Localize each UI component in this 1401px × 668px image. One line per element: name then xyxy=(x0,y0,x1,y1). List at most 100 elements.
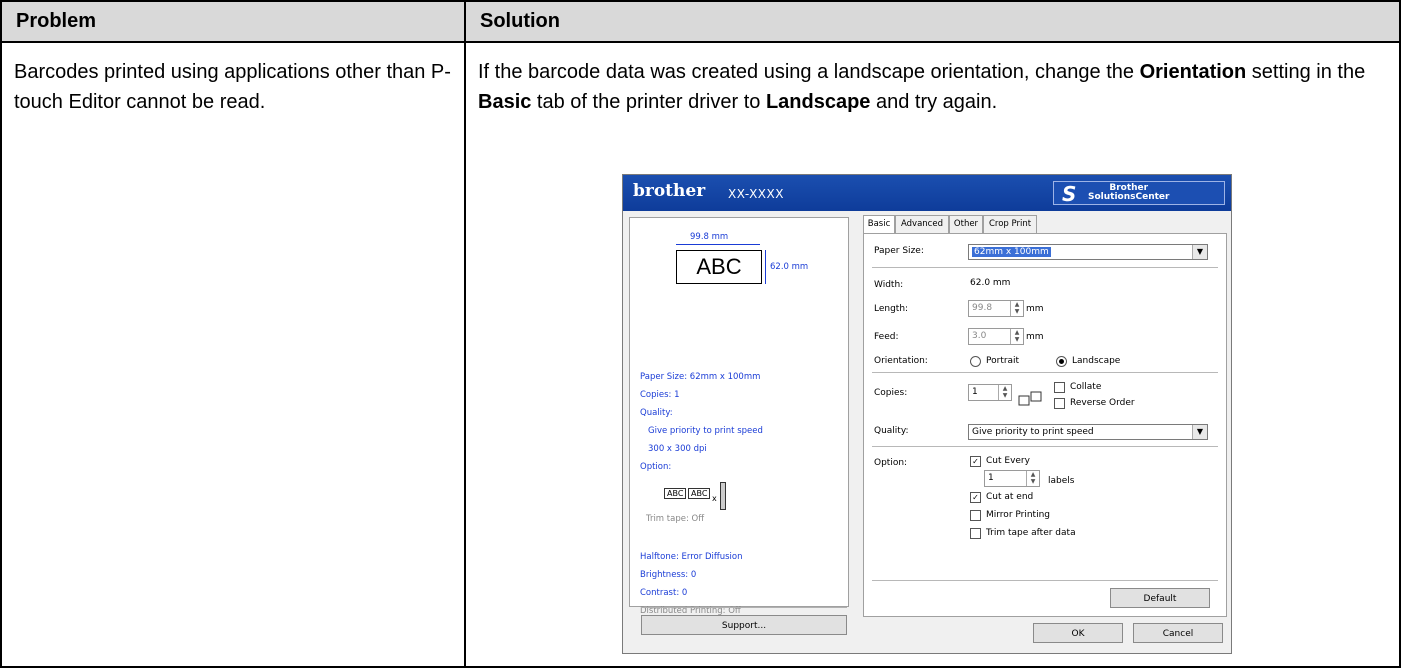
option-icon-label-b: ABC xyxy=(688,488,711,499)
cut-every-stepper[interactable]: 1 ▲ ▼ xyxy=(984,470,1040,487)
solutions-center-button[interactable]: S Brother SolutionsCenter xyxy=(1053,181,1225,206)
chevron-down-icon: ▼ xyxy=(1192,245,1207,259)
solutions-center-label: Brother SolutionsCenter xyxy=(1088,183,1170,202)
quality-value: Give priority to print speed xyxy=(972,427,1094,437)
copies-stepper[interactable]: 1 ▲ ▼ xyxy=(968,384,1012,401)
paper-size-value: 62mm x 100mm xyxy=(972,247,1051,257)
chevron-down-icon: ▼ xyxy=(1192,425,1207,439)
brother-logo: brother xyxy=(633,181,706,201)
label-preview-box: ABC xyxy=(676,250,762,284)
label-height-dimension: 62.0 mm xyxy=(770,262,809,272)
support-button[interactable]: Support... xyxy=(641,615,847,635)
paper-size-label: Paper Size: xyxy=(874,246,924,256)
length-unit: mm xyxy=(1026,304,1044,314)
spin-arrows-icon[interactable]: ▲ ▼ xyxy=(1010,329,1023,344)
feed-stepper[interactable]: 3.0 ▲ ▼ xyxy=(968,328,1024,345)
quality-label: Quality: xyxy=(874,426,909,436)
summary-option: Option: xyxy=(640,462,672,472)
header-problem: Problem xyxy=(2,2,464,41)
copies-value: 1 xyxy=(972,387,978,397)
option-icon-label-a: ABC xyxy=(664,488,687,499)
width-label: Width: xyxy=(874,280,904,290)
ok-button[interactable]: OK xyxy=(1033,623,1123,643)
quality-select[interactable]: Give priority to print speed ▼ xyxy=(968,424,1208,440)
trim-tape-label: Trim tape after data xyxy=(986,528,1076,538)
summary-contrast: Contrast: 0 xyxy=(640,588,688,598)
trim-tape-checkbox[interactable] xyxy=(970,528,981,539)
solution-basic: Basic xyxy=(478,91,532,113)
table-border-left xyxy=(0,0,2,668)
summary-quality: Quality: xyxy=(640,408,673,418)
left-pane-divider xyxy=(641,607,847,608)
portrait-radio[interactable] xyxy=(970,356,981,367)
solution-part-a: If the barcode data was created using a … xyxy=(478,61,1140,83)
labels-unit: labels xyxy=(1048,476,1075,486)
summary-brightness: Brightness: 0 xyxy=(640,570,697,580)
option-label: Option: xyxy=(874,458,908,468)
cut-every-value: 1 xyxy=(988,473,994,483)
width-value: 62.0 mm xyxy=(970,278,1011,288)
option-icon-multiplier: x xyxy=(712,494,717,503)
label-width-dimension: 99.8 mm xyxy=(690,232,729,242)
paper-size-select[interactable]: 62mm x 100mm ▼ xyxy=(968,244,1208,260)
cut-every-checkbox[interactable]: ✓ xyxy=(970,456,981,467)
problem-text: Barcodes printed using applications othe… xyxy=(14,61,451,113)
spin-arrows-icon[interactable]: ▲ ▼ xyxy=(1026,471,1039,486)
portrait-label: Portrait xyxy=(986,356,1020,366)
tab-other[interactable]: Other xyxy=(949,215,983,233)
summary-trim-tape: Trim tape: Off xyxy=(646,514,705,524)
tab-crop-print[interactable]: Crop Print xyxy=(983,215,1037,233)
separator xyxy=(872,372,1218,373)
cancel-button[interactable]: Cancel xyxy=(1133,623,1223,643)
summary-quality-value: Give priority to print speed xyxy=(648,426,763,436)
table-border-top xyxy=(0,0,1401,2)
reverse-order-label: Reverse Order xyxy=(1070,398,1135,408)
tab-basic[interactable]: Basic xyxy=(863,215,895,234)
length-value: 99.8 xyxy=(972,303,993,313)
solution-landscape: Landscape xyxy=(765,91,871,113)
tab-advanced[interactable]: Advanced xyxy=(895,215,949,233)
solution-part-c: setting in the xyxy=(1246,61,1366,83)
collate-label: Collate xyxy=(1070,382,1102,392)
orientation-label: Orientation: xyxy=(874,356,928,366)
height-arrow xyxy=(765,250,766,284)
summary-paper-size: Paper Size: 62mm x 100mm xyxy=(640,372,761,382)
cut-every-label: Cut Every xyxy=(986,456,1030,466)
table-header-divider xyxy=(0,41,1401,43)
solution-text: If the barcode data was created using a … xyxy=(478,57,1393,117)
cut-at-end-label: Cut at end xyxy=(986,492,1034,502)
solution-part-g: and try again. xyxy=(870,91,998,113)
collate-pages-icon xyxy=(1018,391,1042,406)
length-stepper[interactable]: 99.8 ▲ ▼ xyxy=(968,300,1024,317)
basic-settings-panel: Paper Size: 62mm x 100mm ▼ Width: 62.0 m… xyxy=(863,233,1227,617)
table-column-divider xyxy=(464,0,466,668)
feed-label: Feed: xyxy=(874,332,899,342)
default-button[interactable]: Default xyxy=(1110,588,1210,608)
dialog-title-bar: brother XX-XXXX S Brother SolutionsCente… xyxy=(623,175,1231,211)
separator xyxy=(872,580,1218,581)
solution-part-e: tab of the printer driver to xyxy=(531,91,766,113)
mirror-printing-label: Mirror Printing xyxy=(986,510,1050,520)
spin-arrows-icon[interactable]: ▲ ▼ xyxy=(1010,301,1023,316)
header-solution: Solution xyxy=(466,2,1399,41)
spin-arrows-icon[interactable]: ▲ ▼ xyxy=(998,385,1011,400)
feed-value: 3.0 xyxy=(972,331,987,341)
separator xyxy=(872,446,1218,447)
width-arrow xyxy=(676,244,760,245)
model-name: XX-XXXX xyxy=(728,187,784,201)
preview-pane: 99.8 mm ABC 62.0 mm Paper Size: 62mm x 1… xyxy=(629,217,849,616)
cut-at-end-checkbox[interactable]: ✓ xyxy=(970,492,981,503)
collate-checkbox[interactable] xyxy=(1054,382,1065,393)
printer-driver-dialog: brother XX-XXXX S Brother SolutionsCente… xyxy=(622,174,1232,654)
copies-label: Copies: xyxy=(874,388,908,398)
landscape-radio[interactable] xyxy=(1056,356,1067,367)
separator xyxy=(872,267,1218,268)
solution-orientation: Orientation xyxy=(1139,61,1247,83)
summary-copies: Copies: 1 xyxy=(640,390,680,400)
mirror-printing-checkbox[interactable] xyxy=(970,510,981,521)
reverse-order-checkbox[interactable] xyxy=(1054,398,1065,409)
option-icon-cut-mark xyxy=(720,482,726,510)
cut-option-icon: ABC ABC x xyxy=(664,480,748,510)
feed-unit: mm xyxy=(1026,332,1044,342)
summary-halftone: Halftone: Error Diffusion xyxy=(640,552,743,562)
